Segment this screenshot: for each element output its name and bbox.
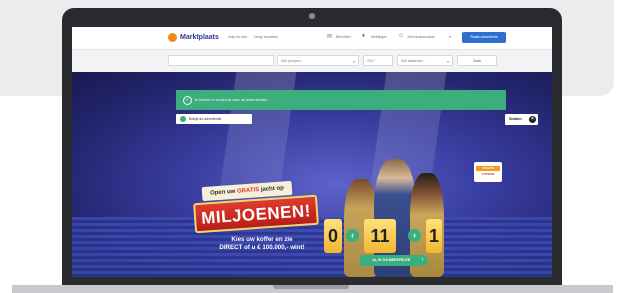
logo-text: Marktplaats (180, 34, 219, 41)
distance-select[interactable]: Alle afstanden... ▾ (397, 55, 453, 66)
chevron-down-icon: ▾ (446, 59, 449, 64)
distance-select-value: Alle afstanden... (401, 59, 427, 63)
sponsor-line2: LOTERIJ (481, 172, 495, 176)
staatsloterij-logo: STAATS LOTERIJ (474, 162, 502, 182)
promo-subtext: Kies uw koffer en zie DIRECT of u € 100.… (198, 236, 326, 252)
play-now-button[interactable]: JA, IK GA MEESPELEN (360, 255, 422, 266)
top-navigation-bar: Marktplaats Hulp en Info Hoog Yerzaken ✉… (72, 27, 552, 50)
arrow-right-icon[interactable]: › (417, 255, 428, 266)
category-select[interactable]: Alle groepen... ▾ (277, 55, 359, 66)
promo-banner-highlight: GRATIS (236, 187, 260, 195)
chevron-left-icon[interactable]: ‹ (346, 229, 359, 242)
place-ad-button[interactable]: Plaats advertentie (462, 32, 506, 43)
nav-link-help[interactable]: Hulp en Info (228, 35, 247, 39)
counter-tile-right: 1 (426, 219, 442, 253)
category-select-value: Alle groepen... (281, 59, 304, 63)
counter-tile-center: 11 (364, 219, 396, 253)
sponsor-line1: STAATS (476, 166, 500, 171)
search-button[interactable]: Zoek (457, 55, 497, 66)
chevron-down-icon[interactable]: ▾ (449, 35, 451, 39)
promo-banner-suffix: jacht op (260, 185, 285, 194)
account-menu[interactable]: Jehunmarscuipad (407, 35, 435, 39)
notifications-link[interactable]: Meldingen (371, 35, 387, 39)
promo-subtext-line2: DIRECT of u € 100.000,- wint! (219, 244, 305, 251)
search-row: Alle groepen... ▾ 2017 Alle afstanden...… (72, 50, 552, 72)
nav-link-zaken[interactable]: Hoog Yerzaken (254, 35, 278, 39)
laptop-notch (273, 285, 349, 289)
chevron-right-icon[interactable]: › (408, 229, 421, 242)
postcode-input[interactable]: 2017 (363, 55, 393, 66)
chat-icon[interactable]: ✉ (327, 33, 332, 40)
success-notice-text: Je bericht is verstuurd naar de advertee… (194, 98, 269, 102)
search-input[interactable] (168, 55, 274, 66)
check-circle-icon: ✓ (183, 96, 192, 105)
chevron-down-icon: ▾ (352, 59, 355, 64)
close-button[interactable]: Sluiten × (505, 114, 538, 125)
bell-icon[interactable]: ♦ (362, 33, 365, 39)
success-notice: ✓ Je bericht is verstuurd naar de advert… (176, 90, 506, 110)
close-label: Sluiten (509, 117, 522, 121)
laptop-frame: Marktplaats Hulp en Info Hoog Yerzaken ✉… (62, 8, 562, 285)
logo-icon (168, 33, 177, 42)
close-icon: × (529, 116, 536, 123)
promo-banner-prefix: Open uw (209, 188, 236, 197)
camera-dot (309, 13, 315, 19)
messages-link[interactable]: Berichten (336, 35, 351, 39)
laptop-screen: Marktplaats Hulp en Info Hoog Yerzaken ✉… (72, 27, 552, 277)
arrow-circle-icon (180, 116, 186, 122)
promo-subtext-line1: Kies uw koffer en zie (231, 236, 293, 243)
marktplaats-logo[interactable]: Marktplaats (168, 33, 219, 42)
user-icon[interactable]: ☺ (398, 33, 404, 39)
counter-tile-left: 0 (324, 219, 342, 253)
lottery-counter: 0 ‹ 11 › 1 (324, 219, 540, 253)
view-ad-label: Bekijk de advertentie (189, 117, 222, 121)
view-ad-button[interactable]: Bekijk de advertentie (176, 114, 252, 124)
